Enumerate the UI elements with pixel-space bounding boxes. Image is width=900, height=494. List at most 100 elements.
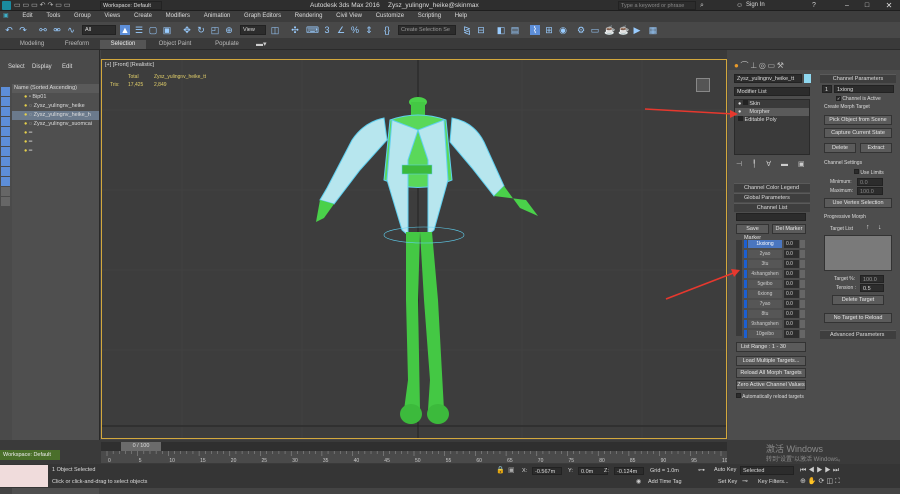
pan-icon[interactable]: ✋ bbox=[808, 478, 817, 485]
modifier-list-dropdown[interactable]: Modifier List bbox=[734, 87, 810, 96]
filter-hidden-icon[interactable] bbox=[1, 197, 10, 206]
minimize-button[interactable]: – bbox=[838, 0, 856, 11]
bone-row[interactable]: ● ━ bbox=[12, 147, 99, 156]
visibility-icon[interactable]: ● bbox=[24, 103, 27, 109]
channel-row[interactable]: 5geibo 0.0 bbox=[744, 280, 808, 289]
place-icon[interactable]: ⊕ bbox=[224, 25, 234, 35]
channel-row[interactable]: 6xiong 0.0 bbox=[744, 290, 808, 299]
rollout-channel-parameters[interactable]: Channel Parameters bbox=[820, 74, 896, 83]
visibility-icon[interactable]: ● bbox=[24, 94, 27, 100]
ribbon-options-icon[interactable]: ▬▾ bbox=[256, 40, 267, 49]
filter-groups-icon[interactable] bbox=[1, 147, 10, 156]
use-vertex-selection-button[interactable]: Use Vertex Selection bbox=[824, 198, 892, 208]
ribbon-tab-modeling[interactable]: Modeling bbox=[10, 40, 54, 49]
list-range-field[interactable]: List Range : 1 - 30 bbox=[736, 342, 806, 352]
time-slider[interactable]: 0 / 100 bbox=[101, 442, 727, 451]
unlink-icon[interactable]: ⚮ bbox=[52, 25, 62, 35]
list-item[interactable]: ● ▫ Bip01 bbox=[12, 93, 99, 102]
previous-frame-icon[interactable]: ◀ bbox=[808, 467, 814, 474]
menu-graph-editors[interactable]: Graph Editors bbox=[238, 11, 287, 22]
bone-row[interactable]: ● ━ bbox=[12, 129, 99, 138]
visibility-icon[interactable]: ● bbox=[24, 112, 27, 118]
auto-reload-checkbox[interactable]: Automatically reload targets bbox=[736, 393, 808, 401]
bone-row[interactable]: ● ━ bbox=[12, 138, 99, 147]
selection-filter-dropdown[interactable]: All bbox=[82, 25, 116, 35]
toggle-ribbon-icon[interactable]: ▤ bbox=[510, 25, 520, 35]
channel-number-field[interactable]: 1 bbox=[822, 85, 832, 93]
filter-spacewarps-icon[interactable] bbox=[1, 137, 10, 146]
delete-target-button[interactable]: Delete Target bbox=[832, 295, 884, 305]
extra-toolbar-icon[interactable]: ▦ bbox=[648, 25, 658, 35]
user-icon[interactable]: ☺ bbox=[736, 0, 743, 11]
motion-tab-icon[interactable]: ◎ bbox=[759, 61, 766, 70]
filter-cameras-icon[interactable] bbox=[1, 117, 10, 126]
z-coordinate-field[interactable]: -0.124m bbox=[614, 467, 644, 475]
list-item[interactable]: ● ◌ Zysz_yulingnv_suomcai bbox=[12, 120, 99, 129]
menu-scripting[interactable]: Scripting bbox=[412, 11, 447, 22]
filter-geometry-icon[interactable] bbox=[1, 87, 10, 96]
filter-bones-icon[interactable] bbox=[1, 167, 10, 176]
create-tab-icon[interactable]: ● bbox=[734, 61, 739, 70]
remove-modifier-icon[interactable]: ▬ bbox=[781, 161, 788, 168]
show-end-result-icon[interactable]: ╿ bbox=[752, 161, 756, 168]
align-icon[interactable]: ⊟ bbox=[476, 25, 486, 35]
channel-row[interactable]: 3tu 0.0 bbox=[744, 260, 808, 269]
object-name-field[interactable]: Zysz_yulingnv_heike_tt bbox=[734, 74, 802, 83]
reference-coordinate-dropdown[interactable]: View bbox=[240, 25, 266, 35]
edit-named-selection-icon[interactable]: {} bbox=[382, 25, 392, 35]
make-unique-icon[interactable]: ∀ bbox=[766, 161, 771, 168]
workspace-dropdown[interactable]: Workspace: Default bbox=[100, 1, 162, 10]
list-item[interactable]: ● ◌ Zysz_yulingnv_heike bbox=[12, 102, 99, 111]
curve-editor-icon[interactable]: ⌇ bbox=[530, 25, 540, 35]
angle-snap-icon[interactable]: ∠ bbox=[336, 25, 346, 35]
menu-customize[interactable]: Customize bbox=[370, 11, 410, 22]
channel-row[interactable]: 9shangshen 0.0 bbox=[744, 320, 808, 329]
visibility-icon[interactable]: ● bbox=[24, 121, 27, 127]
reload-all-targets-button[interactable]: Reload All Morph Targets bbox=[736, 368, 806, 378]
filter-containers-icon[interactable] bbox=[1, 177, 10, 186]
delete-channel-button[interactable]: Delete bbox=[824, 143, 856, 153]
go-to-start-icon[interactable]: ⏮ bbox=[800, 467, 806, 474]
menu-edit[interactable]: Edit bbox=[16, 11, 38, 22]
set-key-icon[interactable]: ⊸ bbox=[742, 477, 748, 485]
search-input[interactable]: Type a keyword or phrase bbox=[618, 1, 696, 10]
filter-shapes-icon[interactable] bbox=[1, 97, 10, 106]
add-time-tag[interactable]: Add Time Tag bbox=[648, 479, 682, 485]
stack-item-skin[interactable]: ● Skin bbox=[735, 100, 809, 108]
viewcube-icon[interactable] bbox=[696, 78, 710, 92]
schematic-view-icon[interactable]: ⊞ bbox=[544, 25, 554, 35]
ribbon-tab-selection[interactable]: Selection bbox=[100, 40, 146, 49]
filter-lights-icon[interactable] bbox=[1, 107, 10, 116]
maximize-button[interactable]: □ bbox=[858, 0, 876, 11]
load-multiple-targets-button[interactable]: Load Multiple Targets... bbox=[736, 356, 806, 366]
orbit-icon[interactable]: ⟳ bbox=[819, 478, 825, 485]
app-logo-icon[interactable] bbox=[2, 1, 11, 10]
menu-animation[interactable]: Animation bbox=[198, 11, 237, 22]
search-icon[interactable]: ⌕ bbox=[700, 0, 704, 11]
next-frame-icon[interactable]: ▶ bbox=[825, 467, 831, 474]
ribbon-tab-populate[interactable]: Populate bbox=[204, 40, 250, 49]
menu-create[interactable]: Create bbox=[128, 11, 158, 22]
workspace-switcher[interactable]: Workspace: Default bbox=[0, 450, 60, 460]
configure-sets-icon[interactable]: ▣ bbox=[798, 161, 805, 168]
render-shortcut-icon[interactable]: ▶ bbox=[632, 25, 642, 35]
timeline-ruler[interactable]: 0 5 10 15 20 25 30 35 40 45 50 55 60 65 70 75 80 85 90 95 10… bbox=[101, 451, 731, 464]
stack-item-editable-poly[interactable]: Editable Poly bbox=[735, 116, 809, 124]
help-icon[interactable]: ? bbox=[812, 0, 816, 11]
rectangular-selection-icon[interactable]: ▢ bbox=[148, 25, 158, 35]
display-tab-icon[interactable]: ▭ bbox=[767, 61, 775, 70]
explorer-tab-select[interactable]: Select bbox=[8, 64, 25, 70]
channel-row[interactable]: 4shangshen 0.0 bbox=[744, 270, 808, 279]
selected-dropdown[interactable]: Selected bbox=[740, 466, 794, 475]
checkbox-icon[interactable] bbox=[736, 393, 741, 398]
ribbon-tab-freeform[interactable]: Freeform bbox=[55, 40, 99, 49]
close-button[interactable]: ✕ bbox=[878, 0, 900, 11]
render-setup-icon[interactable]: ⚙ bbox=[576, 25, 586, 35]
lock-icon[interactable]: 🔒 bbox=[496, 466, 505, 474]
percent-snap-icon[interactable]: % bbox=[350, 25, 360, 35]
go-to-end-icon[interactable]: ⏭ bbox=[833, 467, 839, 474]
x-coordinate-field[interactable]: -0.567m bbox=[532, 467, 562, 475]
minimum-field[interactable]: 0.0 bbox=[857, 178, 883, 186]
zero-active-channels-button[interactable]: Zero Active Channel Values bbox=[736, 380, 806, 390]
app-menu-icon[interactable]: ▣ bbox=[0, 11, 15, 22]
